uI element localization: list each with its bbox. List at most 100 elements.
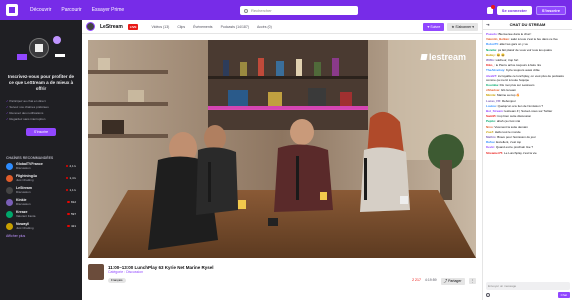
chat-username[interactable]: Wiflix — [486, 58, 494, 62]
tab-access[interactable]: Accès (0) — [257, 25, 272, 29]
chat-text: Quand est le prochain live ? — [495, 145, 534, 150]
chat-username[interactable]: Pepito — [486, 119, 495, 123]
chat-username[interactable]: Koumba — [486, 83, 498, 87]
chat-input[interactable]: Envoyer un message — [486, 282, 570, 290]
channel-avatar[interactable] — [86, 22, 95, 31]
search-icon — [244, 8, 248, 13]
chat-message: Sam95: trop bien cette discussion — [486, 114, 532, 119]
channel-tabs: Vidéos (13) Clips Événements Podcasts (1… — [151, 25, 271, 29]
channel-game: Just Chatting — [16, 178, 34, 182]
chat-text: Kyrie toujours aussi drôle — [506, 68, 540, 73]
chat-text: Excellent, c'est top — [496, 140, 522, 145]
stream-info-text: 11:00–13:00 LunchPlay 63 Kyrie Net Marin… — [108, 265, 412, 298]
chat-username[interactable]: Kevin — [486, 145, 494, 149]
follow-button[interactable]: ♥ Suivre — [423, 22, 445, 31]
chat-username[interactable]: Bailey — [486, 53, 495, 57]
tab-events[interactable]: Événements — [193, 25, 212, 29]
live-dot-icon — [67, 200, 70, 204]
viewer-count: 421 — [70, 224, 76, 228]
live-dot-icon — [67, 212, 70, 216]
more-options-button[interactable]: ⋮ — [468, 278, 476, 284]
chat-username[interactable]: ZoeZ — [486, 130, 493, 134]
tab-clips[interactable]: Clips — [177, 25, 185, 29]
notification-bell-icon[interactable] — [486, 5, 495, 14]
chat-username[interactable]: Mimile — [486, 93, 495, 97]
subscribe-button[interactable]: ★ S'abonner ▾ — [447, 22, 478, 31]
chat-username[interactable]: Rafou — [486, 140, 495, 144]
chat-message: Lucas_FR: Rebonjour — [486, 98, 516, 103]
chat-username[interactable]: Streamer75 — [486, 151, 502, 155]
channel-game: Discussion — [16, 190, 31, 194]
recommended-channel[interactable]: Kinkie Discussion 812 — [0, 196, 82, 208]
chat-controls: Chat — [486, 292, 570, 298]
brand-logo-icon[interactable] — [6, 4, 18, 16]
promo-signup-button[interactable]: S'inscrire — [26, 128, 56, 136]
chat-username[interactable]: Robot75 — [486, 42, 498, 46]
video-watermark: lestream — [420, 52, 466, 62]
channel-viewers: 2,1 k — [65, 164, 76, 168]
chat-username[interactable]: xShadow — [486, 88, 499, 92]
chat-username[interactable]: Bot_Stream — [486, 109, 503, 113]
chat-text: Hello tout le monde — [494, 129, 521, 134]
chat-text: incroyable ce lunchplay, on veut plus de… — [486, 73, 564, 82]
channel-viewers: 597 — [67, 212, 76, 216]
viewer-count: 1,1 k — [69, 188, 76, 192]
chat-username[interactable]: Lucas_FR — [486, 99, 500, 103]
search-input[interactable]: Rechercher — [240, 6, 358, 15]
chat-username[interactable]: TheAliveGuy — [486, 68, 504, 72]
stream-category[interactable]: Catégorie : Discussion — [108, 270, 412, 275]
recommended-channel-list: GlobalTVFrance Discussion 2,1 k Flightning4… — [0, 160, 82, 232]
chat-username[interactable]: Kiko_ — [486, 63, 494, 67]
chat-header: ⇥ CHAT DU STREAM — [483, 20, 572, 30]
stream-tag[interactable]: Français — [108, 278, 126, 283]
channel-avatar — [6, 222, 13, 230]
signup-promo: Inscrivez-vous pour profiter de ce que L… — [0, 20, 82, 142]
tab-podcasts[interactable]: Podcasts (14/187) — [221, 25, 249, 29]
nav-prime[interactable]: Essayer Prime — [92, 7, 125, 13]
chat-message: Wiflix: Lâcheur, trop fort — [486, 58, 519, 63]
left-sidebar: Inscrivez-vous pour profiter de ce que L… — [0, 20, 82, 300]
chat-username[interactable]: Sam95 — [486, 114, 496, 118]
signup-button[interactable]: S'inscrire — [535, 6, 566, 15]
collapse-chat-icon[interactable]: ⇥ — [486, 22, 489, 27]
chat-message: xShadow: GG la team — [486, 88, 517, 93]
channel-avatar — [6, 174, 13, 182]
nav-discover[interactable]: Découvrir — [30, 7, 51, 13]
channel-name[interactable]: LeStream — [100, 24, 123, 30]
viewer-count: 597 — [70, 212, 76, 216]
chat-message: Koumba: Dis moi plus sur Lestream — [486, 83, 535, 88]
viewer-count: 812 — [70, 200, 76, 204]
video-frame-image — [88, 40, 476, 258]
chat-username[interactable]: Pseudo — [486, 32, 497, 36]
chat-send-button[interactable]: Chat — [557, 292, 570, 298]
promo-list: Participez au chat en direct Suivez vos … — [6, 98, 76, 122]
chat-username[interactable]: Loulou — [486, 104, 496, 108]
login-button[interactable]: Se connecter — [496, 6, 532, 15]
chat-username[interactable]: Noiette — [486, 48, 496, 52]
top-navigation-bar: Découvrir Parcourir Essayer Prime Recher… — [0, 0, 572, 20]
chat-username[interactable]: Mathis — [486, 135, 496, 139]
share-button[interactable]: ⤴ Partager — [440, 278, 465, 285]
stream-info: 11:00–13:00 LunchPlay 63 Kyrie Net Marin… — [88, 262, 476, 298]
chat-settings-gear-icon[interactable] — [486, 293, 490, 297]
chat-message: Kevin: Quand est le prochain live ? — [486, 145, 534, 150]
channel-text: Kreaze Valorant Fanta — [16, 210, 67, 218]
recommended-channel[interactable]: Kreaze Valorant Fanta 597 — [0, 208, 82, 220]
video-player[interactable]: lestream — [88, 40, 476, 258]
live-badge: LIVE — [127, 23, 139, 30]
viewer-count: 1,4 k — [69, 176, 76, 180]
show-more-link[interactable]: Afficher plus — [0, 234, 82, 238]
stream-stats: 2 217 4:19:59 ⤴ Partager ⋮ — [412, 278, 476, 298]
chat-text: Lâcheur, trop fort — [495, 58, 519, 63]
nav-browse[interactable]: Parcourir — [61, 7, 81, 13]
chat-username[interactable]: Valentin_Belkan — [486, 37, 509, 41]
tab-videos[interactable]: Vidéos (13) — [151, 25, 169, 29]
chat-username[interactable]: Nino — [486, 125, 493, 129]
recommended-channel[interactable]: Flightning4u Just Chatting 1,4 k — [0, 172, 82, 184]
recommended-channel[interactable]: LeStream Discussion 1,1 k — [0, 184, 82, 196]
recommended-channel[interactable]: GlobalTVFrance Discussion 2,1 k — [0, 160, 82, 172]
recommended-channel[interactable]: Nowayll Just Chatting 421 — [0, 220, 82, 232]
chat-message: Mathis: Bravo pour l'émission du jour — [486, 135, 536, 140]
chat-message: TheAliveGuy: Kyrie toujours aussi drôle — [486, 68, 540, 73]
chat-text: lestream.fr | Suivez-nous sur Twitter — [504, 109, 553, 114]
